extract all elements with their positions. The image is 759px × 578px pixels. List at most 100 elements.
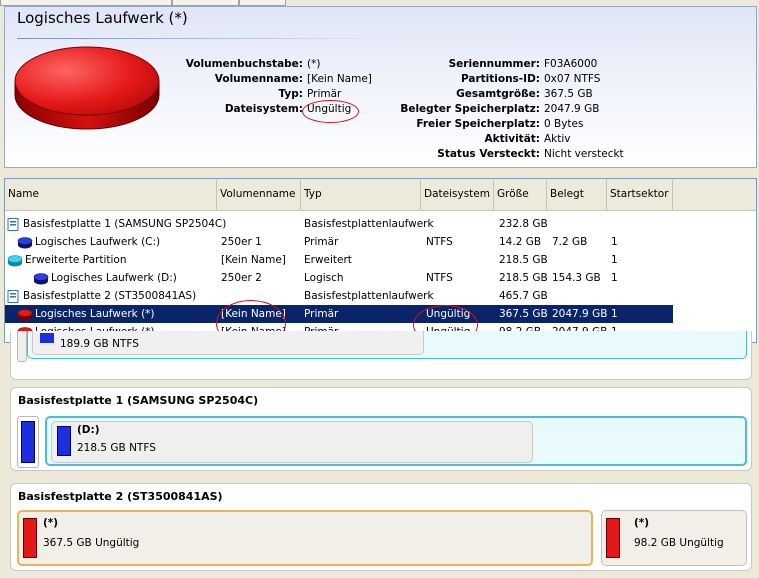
partition-star-1-name: (*) [43,517,59,529]
property-label: Freier Speicherplatz: [416,118,540,130]
partition-star-1-color-block [23,518,37,558]
annotation-circle-filesystem [302,100,359,123]
table-row[interactable]: Logisches Laufwerk (*)[Kein Name]PrimärU… [5,305,673,323]
table-row[interactable]: Basisfestplatte 2 (ST3500841AS) Basisfest… [5,287,673,305]
property-value: 0x07 NTFS [544,73,601,85]
disk-card-1[interactable]: Basisfestplatte 1 (SAMSUNG SP2504C) (D:)… [10,387,752,471]
row-typ: Primär [304,236,339,248]
disk-1-header-block [17,416,39,468]
table-row[interactable]: Logisches Laufwerk (D:) 250er 2 Logisch NTF… [5,269,673,287]
row-typ: Primär [304,308,339,320]
property-row: Freier Speicherplatz: 0 Bytes [385,117,740,132]
row-typ: Erweitert [304,254,352,266]
row-size: 367.5 GB [499,308,548,320]
table-row[interactable]: Erweiterte Partition [Kein Name] Erweitert… [5,251,673,269]
partition-star-1-info: 367.5 GB Ungültig [43,537,140,549]
info-title: Logisches Laufwerk (*) [17,9,188,27]
row-size: 218.5 GB [499,254,548,266]
partition-star-2[interactable]: (*) 98.2 GB Ungültig [601,510,747,566]
property-row: Gesamtgröße: 367.5 GB [385,87,740,102]
row-size: 14.2 GB [499,236,542,248]
property-label: Volumenname: [214,73,303,85]
disk-map: 189.9 GB NTFS Basisfestplatte 1 (SAMSUNG… [4,331,757,578]
row-name: Basisfestplatte 2 (ST3500841AS) [23,290,197,302]
row-typ: Logisch [304,272,344,284]
column-size[interactable]: Größe [494,179,547,210]
partition-icon [7,254,23,267]
property-label: Belegter Speicherplatz: [400,103,540,115]
volume-info-panel: Logisches Laufwerk (*) Volumenbuchstabe:… [4,6,757,168]
property-value: 0 Bytes [544,118,584,130]
property-label: Aktivität: [484,133,541,145]
row-start: 1 [611,254,618,266]
disk-2-title: Basisfestplatte 2 (ST3500841AS) [18,490,223,503]
partition-icon [17,308,33,321]
column-filesystem[interactable]: Dateisystem [421,179,494,210]
property-label: Partitions-ID: [460,73,540,85]
partition-d-name: (D:) [77,424,100,436]
partition-d[interactable]: (D:) 218.5 GB NTFS [45,416,747,466]
row-used: 7.2 GB [552,236,588,248]
property-label: Seriennummer: [448,58,540,70]
disk-card-2[interactable]: Basisfestplatte 2 (ST3500841AS) (*) 367.… [10,483,752,571]
partition-star-2-info: 98.2 GB Ungültig [634,537,724,549]
partition-star-2-color-block [606,518,620,558]
property-row: Aktivität: Aktiv [385,132,740,147]
column-name[interactable]: Name [5,179,217,210]
column-start-sector[interactable]: Startsektor [607,179,673,210]
property-label: Typ: [278,88,303,100]
partial-partition-label: 189.9 GB NTFS [60,338,139,350]
property-value: F03A6000 [544,58,598,70]
property-value: (*) [307,58,321,70]
partition-list[interactable]: Name Volumenname Typ Dateisystem Größe B… [4,178,757,343]
table-row[interactable]: Basisfestplatte 1 (SAMSUNG SP2504C) Basis… [5,215,673,233]
partition-d-color-block [57,426,71,456]
column-volume-name[interactable]: Volumenname [217,179,301,210]
property-value: Nicht versteckt [544,148,624,160]
row-vol: 250er 2 [221,272,262,284]
property-row: Status Versteckt: Nicht versteckt [385,147,740,162]
row-fs: NTFS [426,272,453,284]
hard-disk-icon [7,290,19,303]
property-label: Dateisystem: [224,103,303,115]
table-row[interactable]: Logisches Laufwerk (C:) 250er 1 Primär NTFS… [5,233,673,251]
partition-icon [17,236,33,249]
row-fs: NTFS [426,236,453,248]
row-name: Logisches Laufwerk (*) [35,308,155,320]
property-label: Status Versteckt: [437,148,540,160]
property-row: Partitions-ID: 0x07 NTFS [385,72,740,87]
title-divider [17,38,397,39]
column-type[interactable]: Typ [301,179,421,210]
property-value: 367.5 GB [544,88,593,100]
partition-star-2-name: (*) [634,517,650,529]
row-typ: Basisfestplattenlaufwerk [304,290,434,302]
property-label: Gesamtgröße: [456,88,540,100]
hard-disk-icon [7,218,19,231]
row-typ: Basisfestplattenlaufwerk [304,218,434,230]
row-start: 1 [611,236,618,248]
disk-1-title: Basisfestplatte 1 (SAMSUNG SP2504C) [18,394,259,407]
property-value: Aktiv [544,133,571,145]
disk-drive-icon [14,46,160,130]
column-used[interactable]: Belegt [547,179,607,210]
partition-partial[interactable]: 189.9 GB NTFS [27,331,747,359]
partition-star-1[interactable]: (*) 367.5 GB Ungültig [17,510,593,566]
list-header: Name Volumenname Typ Dateisystem Größe B… [5,179,756,211]
property-value: 2047.9 GB [544,103,600,115]
property-label: Volumenbuchstabe: [185,58,303,70]
row-size: 218.5 GB [499,272,548,284]
row-size: 465.7 GB [499,290,548,302]
row-start: 1 [611,308,618,320]
property-row: Seriennummer: F03A6000 [385,57,740,72]
disk-card-partial: 189.9 GB NTFS [10,331,752,380]
row-size: 232.8 GB [499,218,548,230]
row-name: Logisches Laufwerk (C:) [35,236,161,248]
row-name: Basisfestplatte 1 (SAMSUNG SP2504C) [23,218,227,230]
row-name: Erweiterte Partition [25,254,127,266]
row-vol: 250er 1 [221,236,262,248]
row-name: Logisches Laufwerk (D:) [51,272,177,284]
row-start: 1 [611,272,618,284]
property-row: Belegter Speicherplatz: 2047.9 GB [385,102,740,117]
row-used: 2047.9 GB [552,308,608,320]
partition-d-info: 218.5 GB NTFS [77,442,156,454]
